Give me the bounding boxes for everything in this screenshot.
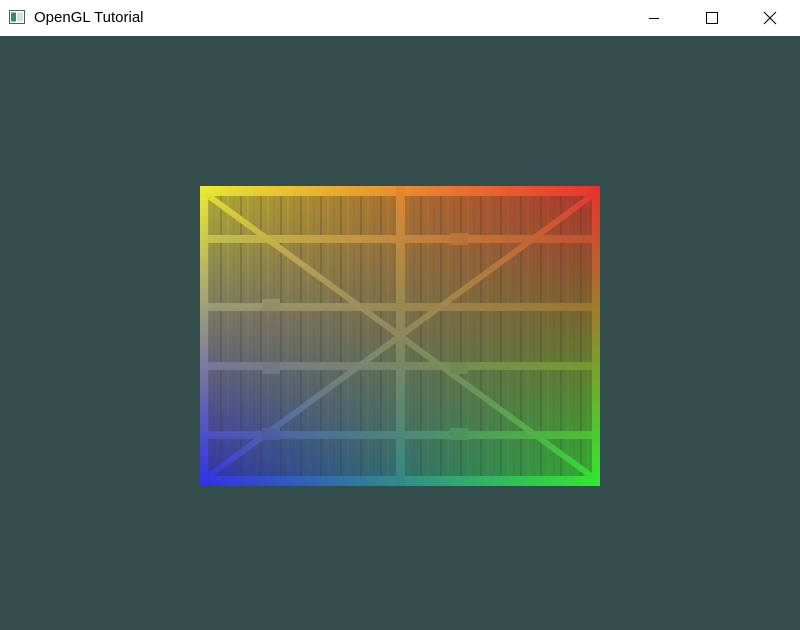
close-button[interactable]	[741, 0, 799, 36]
minimize-button[interactable]	[625, 0, 683, 36]
window-title: OpenGL Tutorial	[34, 9, 144, 26]
render-viewport[interactable]	[0, 36, 800, 630]
app-window: OpenGL Tutorial	[0, 0, 800, 630]
minimize-icon	[648, 12, 660, 24]
wooden-crate-texture	[200, 186, 600, 486]
app-window-icon	[9, 10, 25, 24]
maximize-button[interactable]	[683, 0, 741, 36]
close-icon	[763, 11, 777, 25]
textured-quad	[200, 186, 600, 486]
title-bar[interactable]: OpenGL Tutorial	[0, 0, 800, 36]
maximize-icon	[706, 12, 718, 24]
